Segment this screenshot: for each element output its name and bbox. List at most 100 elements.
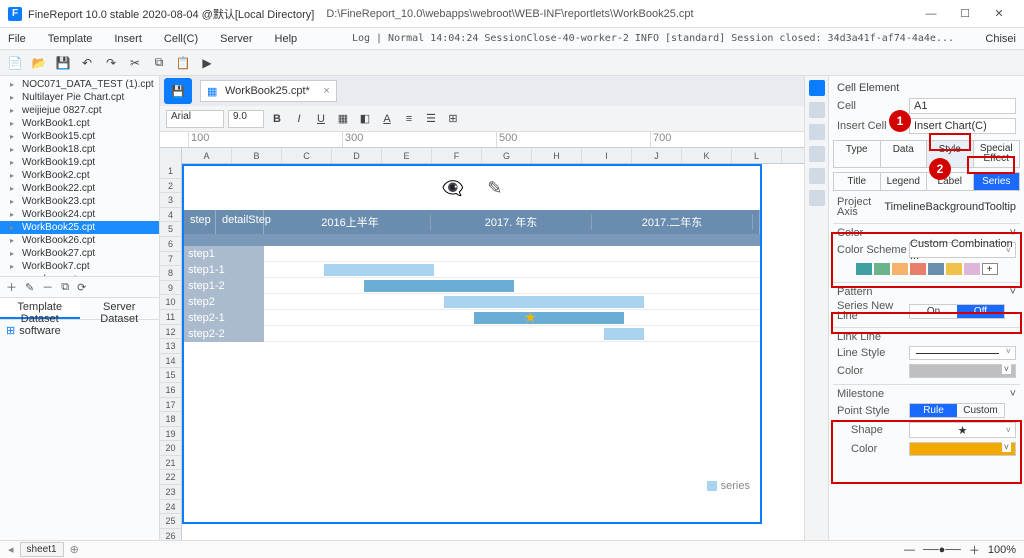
strip-cell-icon[interactable] [809,80,825,96]
swatch[interactable] [892,263,908,275]
shape-select[interactable]: ★ [909,422,1016,438]
menu-help[interactable]: Help [275,33,298,45]
swatch[interactable] [856,263,872,275]
file-item[interactable]: WorkBook22.cpt [0,182,159,195]
maximize-button[interactable]: ☐ [948,3,982,25]
merge-icon[interactable]: ⊞ [444,110,462,128]
ds-refresh-icon[interactable]: ⟳ [77,281,86,294]
user-label[interactable]: Chisei [985,33,1016,45]
sheet-prev-icon[interactable]: ◂ [8,543,14,556]
tab-style[interactable]: Style [927,141,974,167]
file-item[interactable]: WorkBook26.cpt [0,234,159,247]
dataset-toolbar: ＋ ✎ － ⧉ ⟳ [0,276,159,298]
minimize-button[interactable]: — [914,3,948,25]
file-item[interactable]: WorkBook15.cpt [0,130,159,143]
save-icon[interactable]: 💾 [54,54,72,72]
swatch[interactable] [928,263,944,275]
grid-area[interactable]: 👁‍🗨 ✎ step detailStep 2016上半年2017. 年东201… [182,164,804,540]
align-center-icon[interactable]: ☰ [422,110,440,128]
tab-title[interactable]: Title [834,173,881,190]
zoom-in-icon[interactable]: ＋ [969,542,980,558]
file-item[interactable]: WorkBook27.cpt [0,247,159,260]
file-item[interactable]: yuanban.cpt [0,273,159,276]
tab-series[interactable]: Series [974,173,1020,190]
line-style-select[interactable] [909,346,1016,360]
italic-button[interactable]: I [290,110,308,128]
font-select[interactable]: Arial [166,110,224,128]
color-scheme-select[interactable]: Custom Combination ... [909,242,1016,258]
tab-data[interactable]: Data [881,141,928,167]
strip-misc-icon[interactable] [809,190,825,206]
swatch[interactable] [874,263,890,275]
tab-type[interactable]: Type [834,141,881,167]
ds-del-icon[interactable]: － [42,279,53,295]
menu-bar: File Template Insert Cell(C) Server Help… [0,28,1024,50]
visibility-icon[interactable]: 👁‍🗨 [442,178,464,198]
file-item[interactable]: WorkBook2.cpt [0,169,159,182]
sheet-tab[interactable]: sheet1 [20,542,64,557]
save-big-button[interactable]: 💾 [164,78,192,104]
paste-icon[interactable]: 📋 [174,54,192,72]
strip-cond-icon[interactable] [809,124,825,140]
edit-icon[interactable]: ✎ [487,178,502,198]
border-button[interactable]: ▦ [334,110,352,128]
insert-cell-select[interactable]: Insert Chart(C) [909,118,1016,134]
zoom-out-icon[interactable]: — [904,544,915,556]
swatch[interactable] [946,263,962,275]
size-select[interactable]: 9.0 [228,110,264,128]
swatch[interactable] [910,263,926,275]
line-color-select[interactable] [909,364,1016,378]
chart-cell[interactable]: 👁‍🗨 ✎ step detailStep 2016上半年2017. 年东201… [182,164,762,524]
menu-template[interactable]: Template [48,33,93,45]
file-item[interactable]: WorkBook7.cpt [0,260,159,273]
tab-label[interactable]: Label [927,173,974,190]
series-new-line-toggle[interactable]: On Off [909,304,1005,319]
swatch[interactable] [964,263,980,275]
dataset-item[interactable]: software [6,324,153,337]
file-item[interactable]: Nultilayer Pie Chart.cpt [0,91,159,104]
file-item[interactable]: NOC071_DATA_TEST (1).cpt [0,78,159,91]
file-item[interactable]: WorkBook18.cpt [0,143,159,156]
cell-ref-input[interactable]: A1 [909,98,1016,114]
file-item[interactable]: WorkBook1.cpt [0,117,159,130]
tab-server-dataset[interactable]: Server Dataset [80,298,160,319]
fontcolor-button[interactable]: A [378,110,396,128]
swatch-add[interactable]: + [982,263,998,275]
menu-file[interactable]: File [8,33,26,45]
ds-edit-icon[interactable]: ✎ [25,281,34,294]
shape-color-select[interactable] [909,442,1016,456]
new-icon[interactable]: 📄 [6,54,24,72]
tab-template-dataset[interactable]: Template Dataset [0,298,80,319]
underline-button[interactable]: U [312,110,330,128]
file-item[interactable]: WorkBook24.cpt [0,208,159,221]
open-icon[interactable]: 📂 [30,54,48,72]
tab-special-effect[interactable]: Special Effect [974,141,1020,167]
menu-server[interactable]: Server [220,33,252,45]
point-style-toggle[interactable]: Rule Custom [909,403,1005,418]
zoom-slider[interactable]: ──●── [923,544,961,556]
redo-icon[interactable]: ↷ [102,54,120,72]
file-item[interactable]: WorkBook19.cpt [0,156,159,169]
strip-attr-icon[interactable] [809,102,825,118]
document-tab[interactable]: ▦ WorkBook25.cpt* × [200,80,337,102]
align-left-icon[interactable]: ≡ [400,110,418,128]
preview-icon[interactable]: ▶ [198,54,216,72]
copy-icon[interactable]: ⧉ [150,54,168,72]
tab-legend[interactable]: Legend [881,173,928,190]
file-item[interactable]: WorkBook23.cpt [0,195,159,208]
strip-widget-icon[interactable] [809,168,825,184]
file-item[interactable]: WorkBook25.cpt [0,221,159,234]
file-item[interactable]: weijiejue 0827.cpt [0,104,159,117]
sheet-add-icon[interactable]: ⊕ [70,543,79,556]
strip-link-icon[interactable] [809,146,825,162]
tab-close-icon[interactable]: × [323,85,329,97]
cut-icon[interactable]: ✂ [126,54,144,72]
menu-cell[interactable]: Cell(C) [164,33,198,45]
ds-copy-icon[interactable]: ⧉ [61,281,69,294]
bold-button[interactable]: B [268,110,286,128]
fill-button[interactable]: ◧ [356,110,374,128]
menu-insert[interactable]: Insert [114,33,142,45]
undo-icon[interactable]: ↶ [78,54,96,72]
close-button[interactable]: ✕ [982,3,1016,25]
ds-add-icon[interactable]: ＋ [6,279,17,295]
